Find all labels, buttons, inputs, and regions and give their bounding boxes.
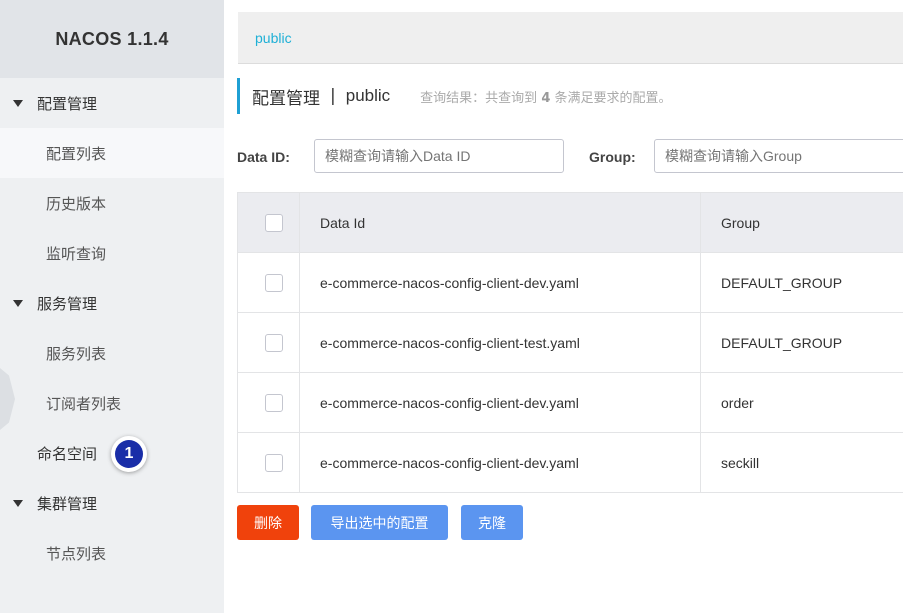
menu-group-label: 服务管理 [37,294,98,313]
sidebar: NACOS 1.1.4 配置管理 配置列表 历史版本 监听查询 服务管理 服务列… [0,0,224,613]
row-checkbox-cell [237,312,300,373]
table-row: e-commerce-nacos-config-client-dev.yaml … [237,252,903,313]
sidebar-item-listener-query[interactable]: 监听查询 [0,228,224,278]
row-checkbox[interactable] [264,333,283,352]
group-search-input[interactable] [654,139,903,173]
group-cell: DEFAULT_GROUP [700,252,903,313]
logo[interactable]: NACOS 1.1.4 [0,0,224,78]
group-cell: DEFAULT_GROUP [700,312,903,373]
data-id-label: Data ID: [237,149,290,165]
export-selected-button[interactable]: 导出选中的配置 [311,505,448,540]
namespace-bar: public [238,12,903,64]
data-id-search-input[interactable] [314,139,564,173]
sidebar-item-service-list[interactable]: 服务列表 [0,328,224,378]
clone-button[interactable]: 克隆 [461,505,523,540]
menu-group-cluster[interactable]: 集群管理 [0,478,224,528]
page-title-text: 配置管理 [252,88,320,109]
group-label: Group: [589,149,636,165]
app-title: NACOS 1.1.4 [55,28,169,49]
sidebar-item-config-list[interactable]: 配置列表 [0,128,224,178]
query-result-hint: 查询结果：共查询到 4 条满足要求的配置。 [420,87,671,106]
menu-group-config[interactable]: 配置管理 [0,78,224,128]
delete-button[interactable]: 删除 [237,505,299,540]
row-checkbox-cell [237,432,300,493]
table-header-row: Data Id Group [237,192,903,253]
table-row: e-commerce-nacos-config-client-dev.yaml … [237,372,903,433]
config-table: Data Id Group e-commerce-nacos-config-cl… [237,192,903,493]
row-checkbox-cell [237,372,300,433]
row-checkbox[interactable] [264,453,283,472]
caret-down-icon [13,499,23,507]
row-checkbox-cell [237,252,300,313]
page-title: 配置管理 | public 查询结果：共查询到 4 条满足要求的配置。 [237,78,672,114]
step-badge: 1 [111,436,147,472]
menu-group-service[interactable]: 服务管理 [0,278,224,328]
page-title-namespace: public [345,86,391,105]
hint-suffix: 条满足要求的配置。 [554,90,672,106]
row-checkbox[interactable] [264,273,283,292]
column-header-data-id[interactable]: Data Id [299,192,701,253]
data-id-cell: e-commerce-nacos-config-client-dev.yaml [299,432,701,493]
data-id-cell: e-commerce-nacos-config-client-dev.yaml [299,372,701,433]
sidebar-item-subscriber-list[interactable]: 订阅者列表 [0,378,224,428]
group-cell: order [700,372,903,433]
caret-down-icon [13,299,23,307]
page-title-separator: | [330,86,336,106]
table-row: e-commerce-nacos-config-client-test.yaml… [237,312,903,373]
select-all-checkbox[interactable] [264,213,283,232]
namespace-link-public[interactable]: public [255,30,292,46]
menu-group-label: 集群管理 [37,494,98,513]
table-row: e-commerce-nacos-config-client-dev.yaml … [237,432,903,493]
menu-group-label: 配置管理 [37,94,98,113]
select-all-cell [237,192,300,253]
sidebar-item-history[interactable]: 历史版本 [0,178,224,228]
data-id-cell: e-commerce-nacos-config-client-test.yaml [299,312,701,373]
hint-count: 4 [541,90,551,106]
sidebar-item-node-list[interactable]: 节点列表 [0,528,224,578]
hint-prefix: 查询结果：共查询到 [420,90,538,106]
column-header-group[interactable]: Group [700,192,903,253]
group-cell: seckill [700,432,903,493]
step-badge-number: 1 [115,440,143,468]
row-checkbox[interactable] [264,393,283,412]
caret-down-icon [13,99,23,107]
data-id-cell: e-commerce-nacos-config-client-dev.yaml [299,252,701,313]
